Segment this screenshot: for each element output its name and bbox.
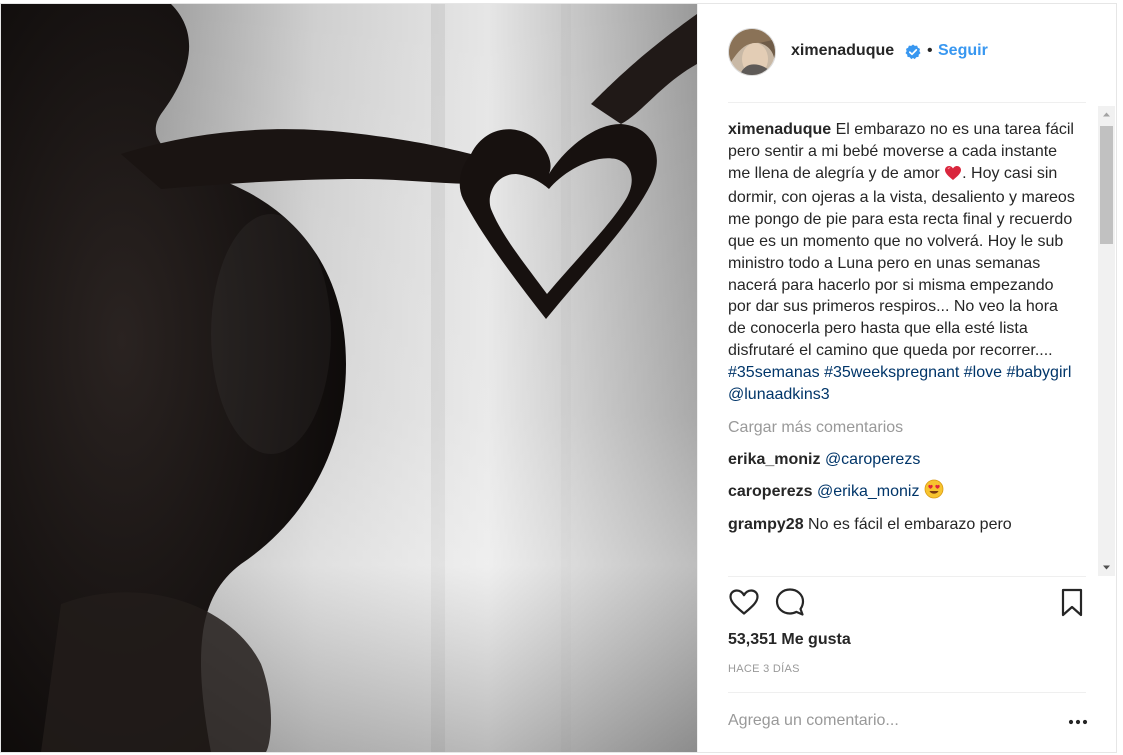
comment-username[interactable]: caroperezs: [728, 483, 813, 500]
heart-eyes-emoji-icon: [924, 479, 944, 506]
post-image: [1, 4, 697, 752]
comment-item: grampy28 No es fácil el embarazo pero: [728, 514, 1078, 536]
heart-outline-icon[interactable]: [728, 586, 760, 620]
scroll-up-arrow-icon[interactable]: [1098, 106, 1115, 123]
red-heart-emoji-icon: [944, 165, 962, 188]
load-more-comments-button[interactable]: Cargar más comentarios: [728, 417, 1078, 439]
post-modal: ximenaduque • Seguir ximenaduque El emba…: [0, 3, 1117, 753]
comment-mention-link[interactable]: @caroperezs: [825, 451, 920, 468]
more-options-icon[interactable]: [1066, 710, 1090, 734]
post-actions: [728, 586, 1088, 620]
verified-badge-icon: [905, 44, 921, 60]
caption-text-part-2: . Hoy casi sin dormir, con ojeras a la v…: [728, 164, 1075, 359]
hashtag-link[interactable]: #love: [964, 364, 1002, 381]
header-username[interactable]: ximenaduque: [791, 42, 894, 60]
post-caption: ximenaduque El embarazo no es una tarea …: [728, 119, 1078, 405]
follow-button[interactable]: Seguir: [938, 42, 988, 60]
speech-bubble-icon[interactable]: [774, 586, 806, 620]
avatar-image: [729, 29, 775, 75]
hashtag-link[interactable]: #babygirl: [1006, 364, 1071, 381]
header-separator: •: [927, 42, 933, 59]
comment-text: No es fácil el embarazo pero: [808, 515, 1012, 533]
comment-item: caroperezs @erika_moniz: [728, 479, 1078, 506]
comment-username[interactable]: grampy28: [728, 516, 804, 533]
bookmark-icon[interactable]: [1056, 586, 1088, 620]
comment-box-divider: [728, 692, 1086, 693]
post-timestamp[interactable]: Hace 3 días: [728, 663, 800, 675]
comment-mention-link[interactable]: @erika_moniz: [817, 483, 920, 500]
post-photo[interactable]: [1, 4, 697, 752]
hashtag-link[interactable]: #35semanas: [728, 364, 820, 381]
comments-list[interactable]: ximenaduque El embarazo no es una tarea …: [728, 119, 1078, 575]
scroll-down-arrow-icon[interactable]: [1098, 559, 1115, 576]
comment-item: erika_moniz @caroperezs: [728, 449, 1078, 471]
mention-link[interactable]: @lunaadkins3: [728, 386, 830, 403]
actions-divider: [728, 576, 1086, 577]
comment-username[interactable]: erika_moniz: [728, 451, 820, 468]
header-divider: [728, 102, 1086, 103]
avatar[interactable]: [728, 28, 776, 76]
post-details-panel: ximenaduque • Seguir ximenaduque El emba…: [697, 4, 1116, 752]
post-header: ximenaduque • Seguir: [698, 4, 1116, 103]
caption-username[interactable]: ximenaduque: [728, 121, 831, 138]
comments-scrollbar[interactable]: [1098, 106, 1115, 576]
add-comment-input[interactable]: [728, 704, 1048, 738]
scrollbar-thumb[interactable]: [1100, 126, 1113, 244]
hashtag-link[interactable]: #35weekspregnant: [824, 364, 959, 381]
likes-count[interactable]: 53,351 Me gusta: [728, 631, 851, 649]
